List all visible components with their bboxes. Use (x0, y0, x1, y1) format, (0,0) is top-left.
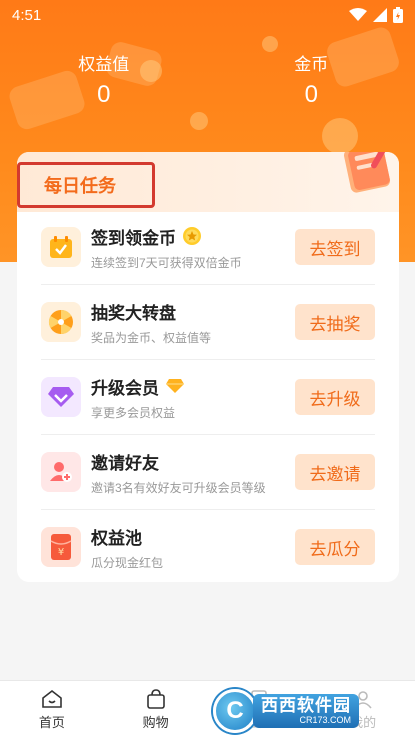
divider (41, 284, 375, 285)
home-icon (42, 689, 62, 708)
task-description: 享更多会员权益 (91, 405, 176, 420)
nav-label: 购物 (142, 714, 169, 730)
checkin-button[interactable]: 去签到 (295, 229, 375, 265)
calendar-icon (41, 227, 81, 267)
red-envelope-icon: ¥ (41, 527, 81, 567)
stats-row: 权益值 0 金币 0 (0, 50, 415, 109)
nav-item-shopping[interactable]: 购物 (104, 681, 208, 738)
status-time: 4:51 (12, 6, 42, 24)
task-title: 签到领金币 (91, 228, 176, 248)
watermark-emblem: C (213, 689, 257, 733)
task-title: 邀请好友 (91, 453, 159, 473)
upgrade-button[interactable]: 去升级 (295, 379, 375, 415)
task-title: 抽奖大转盘 (91, 303, 176, 323)
nav-item-home[interactable]: 首页 (0, 681, 104, 738)
stat-label: 金币 (294, 55, 329, 74)
card-header: 每日任务 (17, 152, 399, 212)
watermark-logo: C 西西软件园 CR173.COM (213, 688, 397, 734)
notebook-icon (343, 152, 391, 193)
lottery-button[interactable]: 去抽奖 (295, 304, 375, 340)
daily-tasks-card: 每日任务 签到领金币 连续签到7天可获得双倍金币 去签到 抽奖大转盘 奖品为金币… (17, 152, 399, 582)
watermark-url: CR173.COM (299, 715, 351, 725)
stat-gold-coins: 金币 0 (208, 50, 415, 109)
signal-icon (373, 8, 387, 22)
stat-value: 0 (97, 81, 111, 108)
status-bar: 4:51 (0, 0, 415, 30)
wifi-icon (349, 8, 367, 21)
task-row-lottery: 抽奖大转盘 奖品为金币、权益值等 去抽奖 (41, 291, 375, 353)
invite-user-icon (41, 452, 81, 492)
divider (41, 509, 375, 510)
watermark-name: 西西软件园 (261, 696, 351, 715)
shopping-bag-icon (146, 688, 165, 709)
task-row-invite: 邀请好友 邀请3名有效好友可升级会员等级 去邀请 (41, 441, 375, 503)
stat-rights-value: 权益值 0 (0, 50, 208, 109)
task-description: 连续签到7天可获得双倍金币 (91, 255, 242, 270)
diamond-icon (41, 377, 81, 417)
split-button[interactable]: 去瓜分 (295, 529, 375, 565)
nav-label: 首页 (38, 714, 65, 730)
task-description: 邀请3名有效好友可升级会员等级 (91, 480, 266, 495)
task-row-rights-pool: ¥ 权益池 瓜分现金红包 去瓜分 (41, 516, 375, 578)
coin-decoration (322, 118, 358, 154)
task-description: 奖品为金币、权益值等 (91, 330, 212, 345)
coin-decoration (190, 112, 208, 130)
task-description: 瓜分现金红包 (91, 555, 164, 570)
stat-label: 权益值 (78, 55, 130, 74)
task-row-checkin: 签到领金币 连续签到7天可获得双倍金币 去签到 (41, 216, 375, 278)
battery-icon (393, 7, 403, 23)
invite-button[interactable]: 去邀请 (295, 454, 375, 490)
task-row-upgrade: 升级会员 享更多会员权益 去升级 (41, 366, 375, 428)
diamond-badge-icon (166, 379, 184, 393)
divider (41, 359, 375, 360)
card-title: 每日任务 (17, 162, 155, 208)
wheel-icon (41, 302, 81, 342)
divider (41, 434, 375, 435)
svg-text:¥: ¥ (58, 547, 64, 558)
star-coin-icon (183, 227, 201, 245)
stat-value: 0 (304, 81, 318, 108)
task-title: 权益池 (91, 528, 142, 548)
task-title: 升级会员 (91, 378, 159, 398)
